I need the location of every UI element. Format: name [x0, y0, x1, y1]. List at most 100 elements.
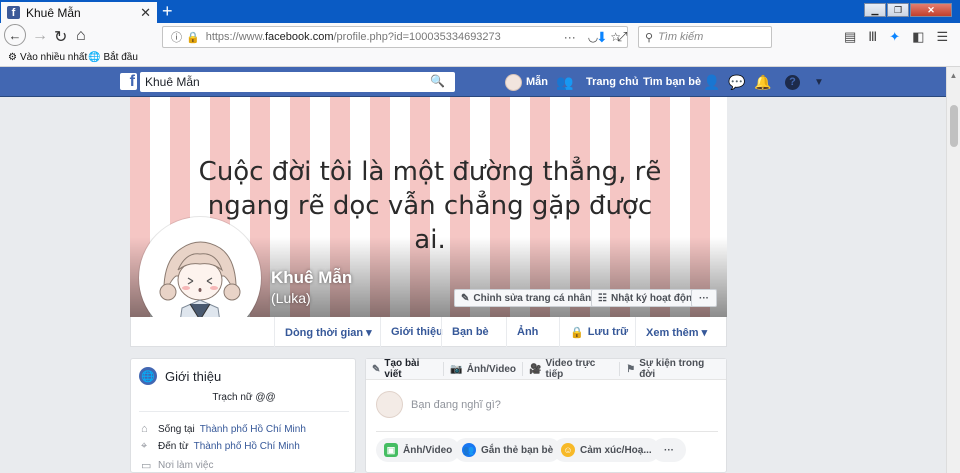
bookmarks-toolbar: ⚙ Vào nhiều nhất 🌐 Bắt đầu [0, 51, 960, 67]
tab-timeline[interactable]: Dòng thời gian ▾ [274, 317, 382, 347]
facebook-logo-icon[interactable]: f [120, 73, 137, 90]
profile-tabs: Dòng thời gian ▾ Giới thiệu Bạn bè Ảnh 🔒… [130, 317, 727, 347]
composer-input[interactable]: Bạn đang nghĩ gì? [376, 391, 501, 418]
back-arrow-icon[interactable]: ← [4, 24, 26, 46]
flag-icon: ⚑ [626, 363, 636, 375]
close-tab-icon[interactable]: ✕ [140, 5, 151, 21]
hometown-link[interactable]: Thành phố Hồ Chí Minh [194, 441, 300, 452]
find-friends-icon[interactable]: 👥 [556, 67, 573, 97]
divider [139, 411, 349, 412]
post-composer: ✎ Tạo bài viết 📷 Ảnh/Video 🎥 Video trực tiế… [365, 358, 727, 473]
facebook-favicon-icon: f [7, 6, 20, 19]
pencil-icon: ✎ [461, 292, 470, 304]
notifications-bell-icon[interactable]: 🔔 [754, 67, 771, 97]
home-icon: ⌂ [141, 423, 148, 435]
photo-icon: ▣ [384, 443, 398, 457]
avatar [376, 391, 403, 418]
avatar [505, 73, 522, 91]
more-options-button[interactable]: ··· [691, 289, 717, 307]
briefcase-icon: ▭ [141, 460, 152, 472]
divider [376, 431, 718, 432]
search-icon: ⚲ [645, 31, 654, 44]
more-composer-options-button[interactable]: ··· [652, 438, 686, 462]
tab-friends[interactable]: Bạn bè [441, 317, 499, 347]
profile-name[interactable]: Khuê Mẫn [271, 268, 352, 288]
browser-tab-title: Khuê Mẫn [26, 5, 81, 20]
tab-photos[interactable]: Ảnh [506, 317, 548, 347]
account-menu-chevron-icon[interactable]: ▼ [814, 67, 824, 97]
activity-log-button[interactable]: ☷ Nhật ký hoạt động [591, 289, 706, 307]
scroll-up-icon[interactable]: ▲ [946, 67, 960, 97]
profile-alternate-name: (Luka) [271, 290, 311, 306]
from-row: ⌖ Đến từ Thành phố Hồ Chí Minh [141, 440, 300, 452]
workplace-row[interactable]: ▭ Nơi làm việc [141, 459, 213, 472]
bookmark-most-visited[interactable]: ⚙ Vào nhiều nhất [8, 52, 87, 63]
video-camera-icon: 🎥 [529, 363, 542, 375]
nav-find-friends-link[interactable]: Tìm bạn bè [643, 67, 701, 97]
extension-icon[interactable]: ✦ [889, 29, 900, 45]
toolbar-extensions: ▤ Ⅲ ✦ ◧ ☰ [844, 29, 948, 45]
pencil-icon: ✎ [372, 363, 381, 375]
facebook-search-input[interactable]: Khuê Mẫn 🔍 [140, 72, 455, 92]
restore-button[interactable]: ❐ [887, 3, 909, 17]
list-icon: ☷ [598, 292, 607, 304]
nav-home-link[interactable]: Trang chủ [586, 67, 639, 97]
lock-icon[interactable]: 🔒 [186, 31, 200, 44]
browser-search-field[interactable]: ⚲ Tìm kiếm [638, 26, 772, 48]
tab-live-video[interactable]: 🎥 Video trực tiếp [523, 358, 621, 380]
tab-archive[interactable]: 🔒 Lưu trữ [559, 317, 638, 347]
new-tab-button[interactable]: + [162, 1, 173, 22]
fullscreen-icon[interactable]: ⤢ [617, 29, 627, 45]
tab-create-post[interactable]: ✎ Tạo bài viết [366, 358, 445, 380]
help-icon[interactable]: ? [785, 67, 800, 97]
window-controls: ▁ ❐ ✕ [864, 3, 952, 17]
search-icon[interactable]: 🔍 [430, 74, 445, 88]
window-close-button[interactable]: ✕ [910, 3, 952, 17]
page-actions-icon[interactable]: ··· [564, 30, 576, 44]
messenger-icon[interactable]: 💬 [728, 67, 745, 97]
friend-requests-icon[interactable]: 👤 [703, 67, 720, 97]
intro-card: 🌐 Giới thiệu Trạch nữ @@ ⌂ Sống tại Thàn… [130, 358, 356, 473]
tag-friends-icon: 👥 [462, 443, 476, 457]
home-icon[interactable]: ⌂ [76, 27, 86, 45]
sidebar-icon[interactable]: ◧ [912, 29, 924, 45]
tag-friends-button[interactable]: 👥 Gắn thẻ bạn bè [454, 438, 562, 462]
url-bar[interactable]: ⓘ 🔒 https://www.facebook.com/profile.php… [162, 26, 628, 48]
photo-video-button[interactable]: ▣ Ảnh/Video [376, 438, 461, 462]
facebook-header: f Khuê Mẫn 🔍 Mẫn 👥 Trang chủ Tìm bạn bè … [0, 67, 946, 97]
camera-icon: 📷 [450, 363, 463, 375]
download-icon[interactable]: ⬇ [596, 29, 608, 46]
intro-header: 🌐 Giới thiệu [139, 367, 221, 385]
info-icon[interactable]: ⓘ [171, 29, 182, 45]
bookmark-getting-started[interactable]: 🌐 Bắt đầu [88, 52, 138, 63]
reader-icon[interactable]: ▤ [844, 29, 856, 45]
composer-tabs: ✎ Tạo bài viết 📷 Ảnh/Video 🎥 Video trực tiế… [366, 358, 726, 380]
scrollbar-thumb[interactable] [950, 105, 958, 147]
bio-text: Trạch nữ @@ [212, 392, 276, 403]
url-text[interactable]: https://www.facebook.com/profile.php?id=… [206, 31, 558, 43]
tab-life-event[interactable]: ⚑ Sự kiện trong đời [620, 358, 726, 380]
reload-icon[interactable]: ↻ [54, 27, 67, 47]
tab-more[interactable]: Xem thêm ▾ [635, 317, 717, 347]
browser-toolbar: ← → ↻ ⌂ ⓘ 🔒 https://www.facebook.com/pro… [0, 23, 960, 51]
gear-icon: ⚙ [8, 52, 17, 63]
globe-icon: 🌐 [88, 52, 101, 63]
lives-in-link[interactable]: Thành phố Hồ Chí Minh [200, 424, 306, 435]
forward-arrow-icon[interactable]: → [32, 27, 48, 45]
page-scrollbar[interactable] [946, 97, 960, 473]
minimize-button[interactable]: ▁ [864, 3, 886, 17]
browser-tab-strip: f Khuê Mẫn ✕ + ▁ ❐ ✕ [0, 0, 960, 23]
feeling-activity-button[interactable]: ☺ Cảm xúc/Hoạ... [553, 438, 660, 462]
location-pin-icon: ⌖ [141, 440, 148, 452]
lock-icon: 🔒 [570, 326, 584, 339]
browser-tab[interactable]: f Khuê Mẫn ✕ [1, 2, 157, 23]
edit-profile-button[interactable]: ✎ Chỉnh sửa trang cá nhân [454, 289, 599, 307]
library-icon[interactable]: Ⅲ [868, 29, 877, 45]
smiley-icon: ☺ [561, 443, 575, 457]
camera-icon[interactable] [150, 113, 166, 124]
menu-icon[interactable]: ☰ [936, 29, 948, 45]
profile-shortcut[interactable]: Mẫn [505, 67, 548, 97]
tab-photo-video[interactable]: 📷 Ảnh/Video [444, 362, 524, 376]
lives-in-row: ⌂ Sống tại Thành phố Hồ Chí Minh [141, 423, 306, 435]
globe-icon: 🌐 [139, 367, 157, 385]
